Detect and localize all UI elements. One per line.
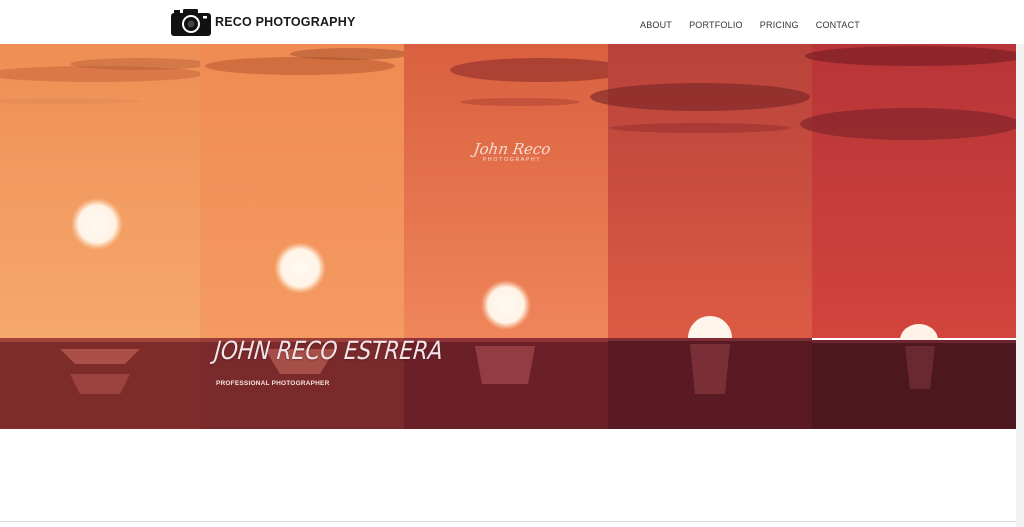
- nav-item-contact: CONTACT: [816, 15, 860, 33]
- divider: [0, 521, 1016, 522]
- watermark-signature: John Reco: [472, 140, 552, 158]
- nav-item-about: ABOUT: [640, 15, 672, 33]
- nav-item-pricing: PRICING: [760, 15, 799, 33]
- nav-link-pricing[interactable]: PRICING: [760, 20, 799, 30]
- top-navbar: RECO PHOTOGRAPHY ABOUT PORTFOLIO PRICING…: [0, 0, 1024, 44]
- hero-subtitle: PROFESSIONAL PHOTOGRAPHER: [216, 380, 330, 387]
- hero-banner: John Reco PHOTOGRAPHY JOHN RECO ESTRERA …: [0, 44, 1016, 429]
- brand-logo-link[interactable]: RECO PHOTOGRAPHY: [170, 6, 356, 38]
- main-nav: ABOUT PORTFOLIO PRICING CONTACT: [640, 15, 860, 33]
- page-scrollbar[interactable]: [1016, 44, 1024, 527]
- nav-item-portfolio: PORTFOLIO: [689, 15, 743, 33]
- sunset-collage-image: [0, 44, 1016, 429]
- nav-link-portfolio[interactable]: PORTFOLIO: [689, 20, 743, 30]
- nav-link-contact[interactable]: CONTACT: [816, 20, 860, 30]
- photographer-watermark: John Reco PHOTOGRAPHY: [472, 140, 552, 164]
- hero-title: JOHN RECO ESTRERA: [213, 336, 445, 365]
- nav-link-about[interactable]: ABOUT: [640, 20, 672, 30]
- camera-icon: [171, 9, 211, 36]
- brand-name: RECO PHOTOGRAPHY: [215, 15, 356, 29]
- watermark-subtitle: PHOTOGRAPHY: [482, 157, 542, 163]
